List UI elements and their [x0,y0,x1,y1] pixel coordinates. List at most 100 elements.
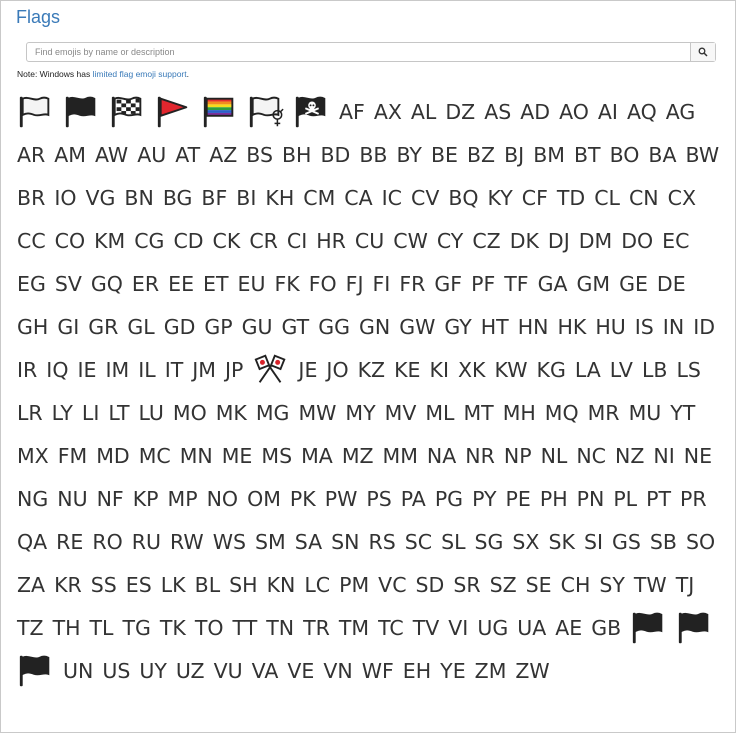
flag-vc[interactable]: VC [378,564,406,607]
flag-tw[interactable]: TW [634,564,667,607]
flag-tn[interactable]: TN [266,607,294,650]
flag-ma[interactable]: MA [301,435,333,478]
black-flag-icon[interactable] [676,607,714,650]
flag-mh[interactable]: MH [503,392,536,435]
flag-bl[interactable]: BL [195,564,221,607]
flag-tg[interactable]: TG [122,607,150,650]
flag-gn[interactable]: GN [359,306,390,349]
flag-mt[interactable]: MT [463,392,493,435]
flag-bd[interactable]: BD [320,134,350,177]
flag-tm[interactable]: TM [339,607,369,650]
flag-mu[interactable]: MU [629,392,662,435]
flag-id[interactable]: ID [693,306,715,349]
black-flag-icon[interactable] [630,607,668,650]
flag-co[interactable]: CO [55,220,85,263]
flag-br[interactable]: BR [17,177,45,220]
flag-es[interactable]: ES [126,564,152,607]
flag-sv[interactable]: SV [55,263,82,306]
flag-cw[interactable]: CW [393,220,428,263]
flag-ss[interactable]: SS [91,564,117,607]
flag-ky[interactable]: KY [488,177,513,220]
chequered-flag-icon[interactable] [109,91,147,134]
flag-az[interactable]: AZ [209,134,237,177]
flag-fm[interactable]: FM [58,435,87,478]
flag-th[interactable]: TH [53,607,81,650]
flag-mw[interactable]: MW [298,392,336,435]
flag-lb[interactable]: LB [642,349,668,392]
flag-wf[interactable]: WF [362,650,394,693]
flag-tc[interactable]: TC [378,607,404,650]
flag-nc[interactable]: NC [576,435,606,478]
flag-si[interactable]: SI [584,521,603,564]
flag-it[interactable]: IT [165,349,184,392]
flag-vn[interactable]: VN [323,650,352,693]
flag-al[interactable]: AL [411,91,436,134]
flag-nf[interactable]: NF [97,478,124,521]
flag-lr[interactable]: LR [17,392,43,435]
flag-sa[interactable]: SA [295,521,322,564]
flag-eg[interactable]: EG [17,263,46,306]
flag-hr[interactable]: HR [316,220,346,263]
transgender-flag-icon[interactable] [247,91,285,134]
flag-kn[interactable]: KN [267,564,296,607]
flag-bg[interactable]: BG [163,177,193,220]
flag-dk[interactable]: DK [510,220,539,263]
flag-mr[interactable]: MR [588,392,620,435]
flag-et[interactable]: ET [203,263,228,306]
flag-jm[interactable]: JM [192,349,216,392]
flag-om[interactable]: OM [247,478,281,521]
flag-ph[interactable]: PH [540,478,568,521]
flag-td[interactable]: TD [557,177,585,220]
flag-ax[interactable]: AX [374,91,402,134]
flag-gd[interactable]: GD [164,306,196,349]
flag-gw[interactable]: GW [399,306,435,349]
flag-pr[interactable]: PR [680,478,707,521]
flag-cy[interactable]: CY [437,220,463,263]
pirate-flag-icon[interactable] [293,91,331,134]
flag-sk[interactable]: SK [548,521,574,564]
flag-sd[interactable]: SD [416,564,445,607]
flag-re[interactable]: RE [56,521,83,564]
flag-tv[interactable]: TV [413,607,440,650]
flag-kg[interactable]: KG [537,349,566,392]
flag-ml[interactable]: ML [425,392,454,435]
flag-kr[interactable]: KR [54,564,82,607]
flag-in[interactable]: IN [663,306,684,349]
flag-zm[interactable]: ZM [475,650,507,693]
flag-gf[interactable]: GF [434,263,462,306]
flag-de[interactable]: DE [657,263,686,306]
search-input[interactable] [27,43,690,61]
flag-vi[interactable]: VI [448,607,468,650]
flag-sy[interactable]: SY [599,564,625,607]
flag-ad[interactable]: AD [520,91,550,134]
flag-tr[interactable]: TR [303,607,330,650]
flag-ms[interactable]: MS [261,435,292,478]
flag-nl[interactable]: NL [541,435,568,478]
flag-ai[interactable]: AI [598,91,618,134]
flag-mm[interactable]: MM [383,435,418,478]
flag-kw[interactable]: KW [495,349,528,392]
flag-bt[interactable]: BT [574,134,601,177]
flag-na[interactable]: NA [427,435,456,478]
flag-zw[interactable]: ZW [515,650,549,693]
flag-tj[interactable]: TJ [676,564,695,607]
flag-ga[interactable]: GA [538,263,568,306]
flag-sc[interactable]: SC [405,521,432,564]
flag-as[interactable]: AS [484,91,511,134]
flag-hn[interactable]: HN [518,306,549,349]
flag-cv[interactable]: CV [411,177,439,220]
flag-sl[interactable]: SL [441,521,465,564]
flag-mx[interactable]: MX [17,435,49,478]
flag-se[interactable]: SE [526,564,552,607]
flag-at[interactable]: AT [175,134,200,177]
flag-uy[interactable]: UY [139,650,167,693]
flag-gm[interactable]: GM [577,263,611,306]
flag-vg[interactable]: VG [86,177,116,220]
flag-sr[interactable]: SR [453,564,480,607]
search-button[interactable] [690,43,715,61]
flag-cd[interactable]: CD [173,220,203,263]
flag-gb[interactable]: GB [591,607,621,650]
flag-nr[interactable]: NR [465,435,495,478]
white-flag-icon[interactable] [17,91,55,134]
flag-lv[interactable]: LV [610,349,633,392]
